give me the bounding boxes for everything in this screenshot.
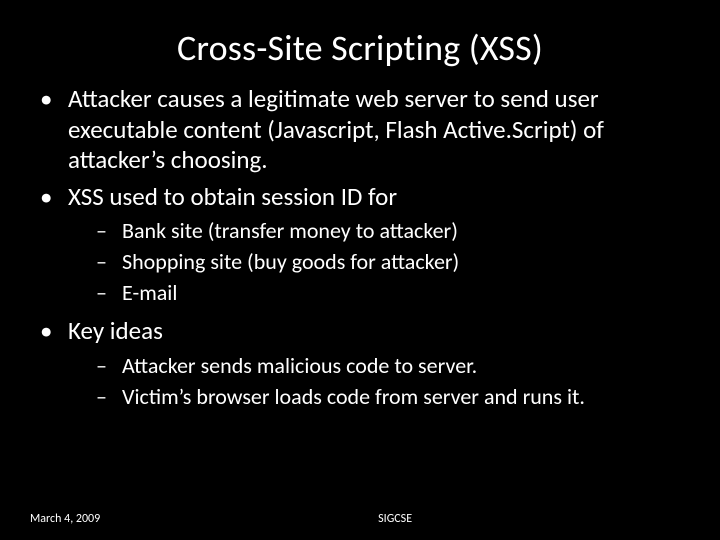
slide-body: Attacker causes a legitimate web server … bbox=[0, 70, 720, 411]
sub-bullet-item: E-mail bbox=[68, 280, 690, 307]
bullet-item: Attacker causes a legitimate web server … bbox=[30, 84, 690, 176]
bullet-item: Key ideas Attacker sends malicious code … bbox=[30, 316, 690, 410]
bullet-text: Key ideas bbox=[68, 315, 163, 346]
sub-bullet-item: Victim’s browser loads code from server … bbox=[68, 384, 690, 411]
sub-bullet-text: Attacker sends malicious code to server. bbox=[122, 352, 477, 379]
sub-bullet-list: Attacker sends malicious code to server.… bbox=[68, 353, 690, 411]
sub-bullet-text: Shopping site (buy goods for attacker) bbox=[122, 248, 459, 275]
bullet-item: XSS used to obtain session ID for Bank s… bbox=[30, 182, 690, 307]
bullet-text: Attacker causes a legitimate web server … bbox=[68, 83, 604, 175]
sub-bullet-item: Bank site (transfer money to attacker) bbox=[68, 218, 690, 245]
bullet-text: XSS used to obtain session ID for bbox=[68, 181, 397, 212]
bullet-list: Attacker causes a legitimate web server … bbox=[30, 84, 690, 411]
sub-bullet-item: Shopping site (buy goods for attacker) bbox=[68, 249, 690, 276]
slide: Cross-Site Scripting (XSS) Attacker caus… bbox=[0, 0, 720, 540]
slide-footer: March 4, 2009 SIGCSE bbox=[30, 512, 690, 526]
sub-bullet-list: Bank site (transfer money to attacker) S… bbox=[68, 218, 690, 306]
sub-bullet-text: Bank site (transfer money to attacker) bbox=[122, 217, 458, 244]
footer-center: SIGCSE bbox=[100, 512, 690, 526]
sub-bullet-item: Attacker sends malicious code to server. bbox=[68, 353, 690, 380]
sub-bullet-text: Victim’s browser loads code from server … bbox=[122, 383, 585, 410]
footer-date: March 4, 2009 bbox=[30, 512, 100, 526]
slide-title: Cross-Site Scripting (XSS) bbox=[0, 0, 720, 70]
sub-bullet-text: E-mail bbox=[122, 279, 177, 306]
